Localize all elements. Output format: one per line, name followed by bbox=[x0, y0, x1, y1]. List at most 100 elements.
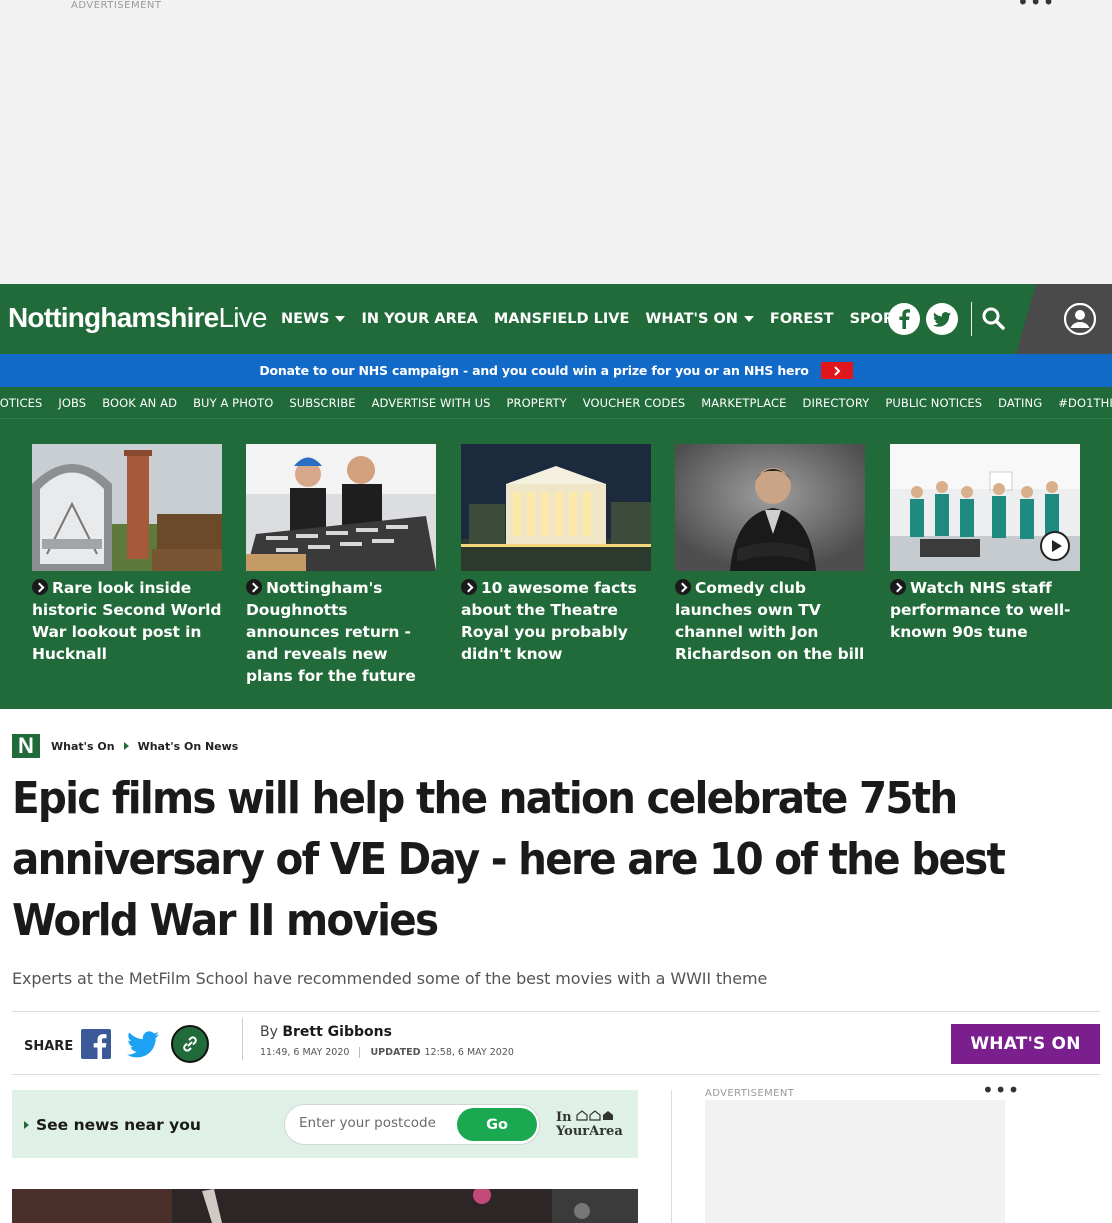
subnav-book-an-ad[interactable]: BOOK AN AD bbox=[102, 396, 177, 410]
top-advertisement: ADVERTISEMENT ••• bbox=[0, 0, 1112, 284]
article-hero-image bbox=[12, 1189, 638, 1223]
nav-label: WHAT'S ON bbox=[645, 311, 738, 327]
story-title-text: Rare look inside historic Second World W… bbox=[32, 579, 222, 663]
updated-date: 12:58, 6 MAY 2020 bbox=[424, 1047, 514, 1058]
share-divider bbox=[242, 1018, 243, 1060]
nav-in-your-area[interactable]: IN YOUR AREA bbox=[361, 311, 477, 327]
featured-story[interactable]: Rare look inside historic Second World W… bbox=[32, 444, 222, 665]
main-nav: NEWS IN YOUR AREA MANSFIELD LIVE WHAT'S … bbox=[281, 284, 935, 354]
share-label: SHARE bbox=[24, 1039, 74, 1054]
facebook-icon[interactable] bbox=[888, 303, 920, 335]
article-headline: Epic films will help the nation celebrat… bbox=[12, 773, 1006, 946]
section-tag-whats-on[interactable]: WHAT'S ON bbox=[951, 1024, 1100, 1064]
in-your-area-logo: In YourArea bbox=[556, 1110, 623, 1139]
featured-stories: Rare look inside historic Second World W… bbox=[0, 419, 1112, 709]
nav-whats-on[interactable]: WHAT'S ON bbox=[645, 311, 754, 327]
donate-banner[interactable]: Donate to our NHS campaign - and you cou… bbox=[0, 354, 1112, 387]
nav-mansfield-live[interactable]: MANSFIELD LIVE bbox=[494, 311, 630, 327]
published-date: 11:49, 6 MAY 2020 bbox=[260, 1047, 350, 1058]
featured-story[interactable]: Watch NHS staff performance to well-know… bbox=[890, 444, 1080, 643]
caret-down-icon bbox=[335, 316, 346, 322]
subnav-subscribe[interactable]: SUBSCRIBE bbox=[289, 396, 355, 410]
story-thumbnail bbox=[675, 444, 865, 571]
updated-label: UPDATED bbox=[370, 1047, 421, 1058]
breadcrumb-whats-on-news[interactable]: What's On News bbox=[138, 740, 239, 753]
subnav-notices[interactable]: NOTICES bbox=[0, 396, 42, 410]
subnav-advertise[interactable]: ADVERTISE WITH US bbox=[372, 396, 491, 410]
subnav-property[interactable]: PROPERTY bbox=[507, 396, 567, 410]
ad-menu-button[interactable]: ••• bbox=[982, 1080, 1020, 1100]
ad-menu-button[interactable]: ••• bbox=[1017, 0, 1055, 12]
article-dates: 11:49, 6 MAY 2020 UPDATED 12:58, 6 MAY 2… bbox=[260, 1047, 514, 1058]
subnav-jobs[interactable]: JOBS bbox=[58, 396, 86, 410]
subnav-dating[interactable]: DATING bbox=[998, 396, 1042, 410]
logo-suffix-text: Live bbox=[218, 302, 267, 333]
subnav-directory[interactable]: DIRECTORY bbox=[803, 396, 870, 410]
houses-icon bbox=[576, 1110, 614, 1121]
date-separator bbox=[359, 1047, 361, 1058]
chevron-right-icon bbox=[820, 362, 853, 379]
donate-text: Donate to our NHS campaign - and you cou… bbox=[259, 363, 809, 378]
subnav-buy-a-photo[interactable]: BUY A PHOTO bbox=[193, 396, 273, 410]
breadcrumb-whats-on[interactable]: What's On bbox=[51, 740, 115, 753]
search-icon[interactable] bbox=[980, 306, 1008, 332]
story-thumbnail bbox=[890, 444, 1080, 571]
story-title-text: Watch NHS staff performance to well-know… bbox=[890, 579, 1071, 641]
story-title-text: 10 awesome facts about the Theatre Royal… bbox=[461, 579, 637, 663]
nav-news[interactable]: NEWS bbox=[281, 311, 346, 327]
postcode-form: Go bbox=[284, 1104, 540, 1145]
secondary-nav-track: NOTICES JOBS BOOK AN AD BUY A PHOTO SUBS… bbox=[0, 387, 1112, 418]
story-title: Watch NHS staff performance to well-know… bbox=[890, 577, 1080, 643]
site-header: NottinghamshireLive NEWS IN YOUR AREA MA… bbox=[0, 284, 1112, 354]
subnav-do1thing[interactable]: #DO1THING bbox=[1058, 396, 1112, 410]
logo-main-text: Nottinghamshire bbox=[8, 302, 219, 333]
section-logo[interactable]: N bbox=[12, 733, 40, 758]
ad-label: ADVERTISEMENT bbox=[71, 0, 162, 11]
caret-down-icon bbox=[743, 316, 754, 322]
story-title: Comedy club launches own TV channel with… bbox=[675, 577, 865, 665]
story-thumbnail bbox=[32, 444, 222, 571]
chevron-right-icon bbox=[246, 579, 262, 595]
iya-logo-line1: In bbox=[556, 1110, 572, 1125]
account-icon[interactable] bbox=[1063, 302, 1097, 336]
story-title: Nottingham's Doughnotts announces return… bbox=[246, 577, 436, 687]
story-thumbnail bbox=[246, 444, 436, 571]
postcode-go-button[interactable]: Go bbox=[457, 1108, 537, 1141]
chevron-right-icon bbox=[890, 579, 906, 595]
byline-prefix: By bbox=[260, 1024, 278, 1040]
story-title-text: Nottingham's Doughnotts announces return… bbox=[246, 579, 416, 685]
nav-forest[interactable]: FOREST bbox=[770, 311, 834, 327]
featured-story[interactable]: Comedy club launches own TV channel with… bbox=[675, 444, 865, 665]
share-facebook-icon[interactable] bbox=[81, 1029, 111, 1059]
iya-logo-line2: YourArea bbox=[556, 1124, 623, 1139]
featured-story[interactable]: Nottingham's Doughnotts announces return… bbox=[246, 444, 436, 687]
postcode-input[interactable] bbox=[299, 1115, 449, 1131]
breadcrumb-separator-icon bbox=[123, 742, 129, 750]
nav-label: IN YOUR AREA bbox=[361, 311, 478, 327]
chevron-right-icon bbox=[32, 579, 48, 595]
article-standfirst: Experts at the MetFilm School have recom… bbox=[12, 969, 768, 988]
breadcrumb: N What's On What's On News bbox=[12, 733, 239, 758]
subnav-voucher-codes[interactable]: VOUCHER CODES bbox=[583, 396, 686, 410]
author-link[interactable]: Brett Gibbons bbox=[282, 1024, 392, 1040]
story-thumbnail bbox=[461, 444, 651, 571]
featured-story[interactable]: 10 awesome facts about the Theatre Royal… bbox=[461, 444, 651, 665]
share-bar: SHARE By Brett Gibbons 11:49, 6 MAY 2020… bbox=[12, 1011, 1100, 1075]
play-icon[interactable] bbox=[1040, 531, 1070, 561]
chevron-right-icon bbox=[675, 579, 691, 595]
subnav-marketplace[interactable]: MARKETPLACE bbox=[701, 396, 786, 410]
ad-label: ADVERTISEMENT bbox=[705, 1088, 795, 1099]
column-divider bbox=[671, 1090, 672, 1223]
postcode-label: See news near you bbox=[24, 1116, 201, 1134]
secondary-nav: NOTICES JOBS BOOK AN AD BUY A PHOTO SUBS… bbox=[0, 387, 1112, 419]
share-link-icon[interactable] bbox=[171, 1025, 209, 1063]
site-logo[interactable]: NottinghamshireLive bbox=[8, 302, 267, 334]
story-title: Rare look inside historic Second World W… bbox=[32, 577, 222, 665]
header-divider bbox=[971, 302, 972, 336]
share-twitter-icon[interactable] bbox=[127, 1031, 159, 1058]
postcode-widget: See news near you Go In YourArea bbox=[12, 1090, 638, 1158]
subnav-public-notices[interactable]: PUBLIC NOTICES bbox=[885, 396, 982, 410]
nav-label: FOREST bbox=[769, 311, 834, 327]
nav-label: MANSFIELD LIVE bbox=[493, 311, 630, 327]
twitter-icon[interactable] bbox=[926, 303, 958, 335]
